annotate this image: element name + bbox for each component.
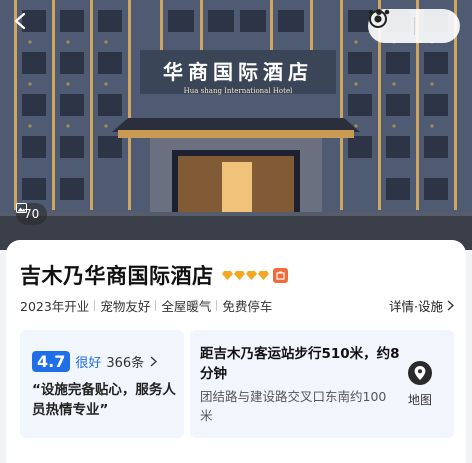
hotel-tag: 免费停车 xyxy=(222,299,273,314)
details-facilities-label: 详情·设施 xyxy=(389,299,443,314)
location-pin-icon xyxy=(408,361,432,385)
review-quote: “设施完备贴心，服务人员热情专业” xyxy=(32,382,176,418)
chevron-right-icon xyxy=(150,356,158,367)
target-circle-icon xyxy=(369,10,387,28)
location-panel[interactable]: 距吉木乃客运站步行510米，约8分钟 团结路与建设路交叉口东南约100米 地图 xyxy=(190,330,454,438)
hotel-sign-english: Hua shang International Hotel xyxy=(183,87,293,95)
rating-word: 很好 xyxy=(75,356,102,371)
miniapp-capsule xyxy=(368,9,460,43)
diamond-icon xyxy=(221,270,233,280)
distance-text: 距吉木乃客运站步行510米，约8分钟 xyxy=(200,346,400,382)
map-button[interactable]: 地图 xyxy=(400,360,440,408)
hotel-tag: 全屋暖气 xyxy=(161,299,212,314)
hotel-sign-chinese: 华商国际酒店 xyxy=(163,60,313,84)
hotel-tags: 2023年开业 宠物友好 全屋暖气 免费停车 xyxy=(20,296,272,315)
address-text: 团结路与建设路交叉口东南约100米 xyxy=(200,389,387,423)
hotel-sign: 华商国际酒店 Hua shang International Hotel xyxy=(150,56,326,95)
diamond-icon xyxy=(257,270,269,280)
hotel-tag: 2023年开业 xyxy=(20,299,90,314)
score-row: 4.7 很好 366条 xyxy=(32,351,158,372)
back-button[interactable] xyxy=(12,12,46,46)
title-row: 吉木乃华商国际酒店 xyxy=(20,260,288,290)
diamond-rating xyxy=(221,270,269,280)
hotel-name: 吉木乃华商国际酒店 xyxy=(20,264,214,288)
diamond-icon xyxy=(245,270,257,280)
hotel-tag: 宠物友好 xyxy=(100,299,151,314)
diamond-icon xyxy=(233,270,245,280)
back-arrow-icon xyxy=(14,12,26,30)
details-facilities-link[interactable]: 详情·设施 xyxy=(389,296,454,315)
tag-divider xyxy=(155,300,157,311)
tag-divider xyxy=(94,300,96,311)
hotel-info-card: 吉木乃华商国际酒店 2023年开业 宠物友好 全屋暖气 免费停车 详情·设施 4.7 … xyxy=(6,240,466,463)
hotel-photo[interactable]: 华商国际酒店 Hua shang International Hotel 70 xyxy=(0,0,472,250)
hotel-badge-icon xyxy=(272,267,288,283)
image-icon xyxy=(16,203,27,213)
tag-divider xyxy=(216,300,218,311)
hotel-detail-page: 华商国际酒店 Hua shang International Hotel 70 … xyxy=(0,0,472,463)
review-count: 366条 xyxy=(106,356,145,371)
photo-count-badge[interactable]: 70 xyxy=(16,203,48,225)
map-label: 地图 xyxy=(407,393,432,407)
close-miniapp-button[interactable] xyxy=(369,9,460,43)
rating-score: 4.7 xyxy=(32,351,71,372)
chevron-right-icon xyxy=(447,300,454,311)
rating-panel[interactable]: 4.7 很好 366条 “设施完备贴心，服务人员热情专业” xyxy=(20,330,184,438)
